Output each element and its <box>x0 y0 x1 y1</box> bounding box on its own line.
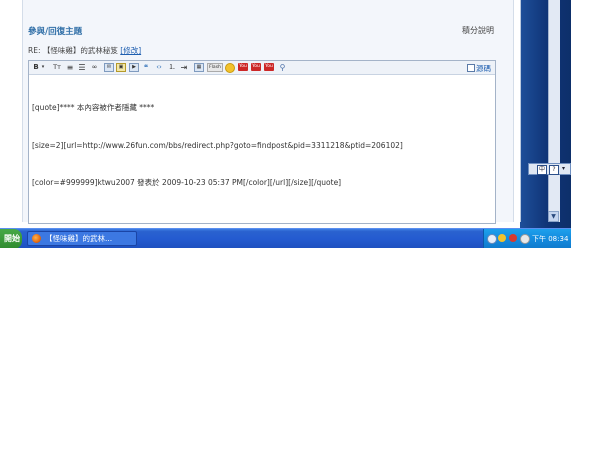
align-icon[interactable]: ≡ <box>66 63 74 72</box>
subject-text: RE: 【怪味雞】的武林秘笈 <box>28 46 118 55</box>
security-icon[interactable] <box>498 234 506 242</box>
volume-icon[interactable] <box>520 234 530 244</box>
vertical-scrollbar[interactable] <box>548 0 560 222</box>
edit-subject-link[interactable]: [修改] <box>120 46 141 55</box>
attachment-icon[interactable]: ⚲ <box>278 63 287 72</box>
credits-help-link[interactable]: 積分說明 <box>462 25 494 36</box>
image-icon[interactable]: ▣ <box>116 63 126 72</box>
content-line: [size=2][url=http://www.26fun.com/bbs/re… <box>32 140 403 150</box>
source-mode-label: 源碼 <box>476 64 491 73</box>
firefox-icon <box>32 234 41 243</box>
ime-toolbar[interactable]: 中 ? ▾ <box>528 163 571 175</box>
editor-toolbar: B ▾ Tт ≡ ☰ ∞ ✉ ▣ ▶ ❝ ‹› ⒈ ⇥ ▦ Flash You … <box>29 61 495 75</box>
page-title: 參與/回復主題 <box>28 27 83 37</box>
youtube-button-2[interactable]: You <box>251 63 261 71</box>
content-line: [color=#999999]ktwu2007 發表於 2009-10-23 0… <box>32 178 342 187</box>
network-icon[interactable] <box>487 234 497 244</box>
taskbar: 開始 【怪味雞】的武林... 下午 08:34 <box>0 228 571 248</box>
list-icon[interactable]: ☰ <box>78 63 86 72</box>
link-icon[interactable]: ∞ <box>90 63 99 72</box>
start-button[interactable]: 開始 <box>0 229 22 248</box>
smiley-icon[interactable] <box>225 63 235 73</box>
ime-mode-button[interactable]: 中 <box>537 165 547 175</box>
source-mode-checkbox[interactable] <box>467 64 475 72</box>
youtube-button-3[interactable]: You <box>264 63 274 71</box>
ordered-list-icon[interactable]: ⒈ <box>168 63 176 72</box>
table-icon[interactable]: ▦ <box>194 63 204 72</box>
quote-icon[interactable]: ❝ <box>142 63 150 72</box>
source-mode-toggle[interactable]: 源碼 <box>467 63 491 74</box>
media-icon[interactable]: ▶ <box>129 63 139 72</box>
content-line: [quote]**** 本內容被作者隱藏 **** <box>32 103 155 112</box>
subject-line: RE: 【怪味雞】的武林秘笈 [修改] <box>28 45 141 56</box>
dropdown-arrow-icon[interactable]: ▾ <box>40 63 46 72</box>
flash-button[interactable]: Flash <box>207 63 223 72</box>
browser-page: 參與/回復主題 積分說明 RE: 【怪味雞】的武林秘笈 [修改] B ▾ Tт … <box>0 0 560 224</box>
taskbar-item-label: 【怪味雞】的武林... <box>45 234 113 243</box>
youtube-button-1[interactable]: You <box>238 63 248 71</box>
system-tray: 下午 08:34 <box>483 229 571 248</box>
bold-button[interactable]: B <box>32 63 40 72</box>
post-editor[interactable]: B ▾ Tт ≡ ☰ ∞ ✉ ▣ ▶ ❝ ‹› ⒈ ⇥ ▦ Flash You … <box>28 60 496 224</box>
taskbar-item-browser[interactable]: 【怪味雞】的武林... <box>27 231 137 246</box>
desktop-background <box>520 0 571 228</box>
code-icon[interactable]: ‹› <box>154 63 164 72</box>
scroll-down-arrow-icon[interactable]: ▼ <box>548 211 559 222</box>
editor-content[interactable]: [quote]**** 本內容被作者隱藏 **** [size=2][url=h… <box>32 77 492 215</box>
font-button[interactable]: Tт <box>52 63 62 72</box>
ime-menu-icon[interactable]: ▾ <box>562 165 565 172</box>
clock: 下午 08:34 <box>532 235 569 243</box>
indent-icon[interactable]: ⇥ <box>180 63 188 72</box>
antivirus-icon[interactable] <box>509 234 517 242</box>
ime-help-button[interactable]: ? <box>549 165 559 175</box>
email-icon[interactable]: ✉ <box>104 63 114 72</box>
screen: 參與/回復主題 積分說明 RE: 【怪味雞】的武林秘笈 [修改] B ▾ Tт … <box>0 0 571 248</box>
